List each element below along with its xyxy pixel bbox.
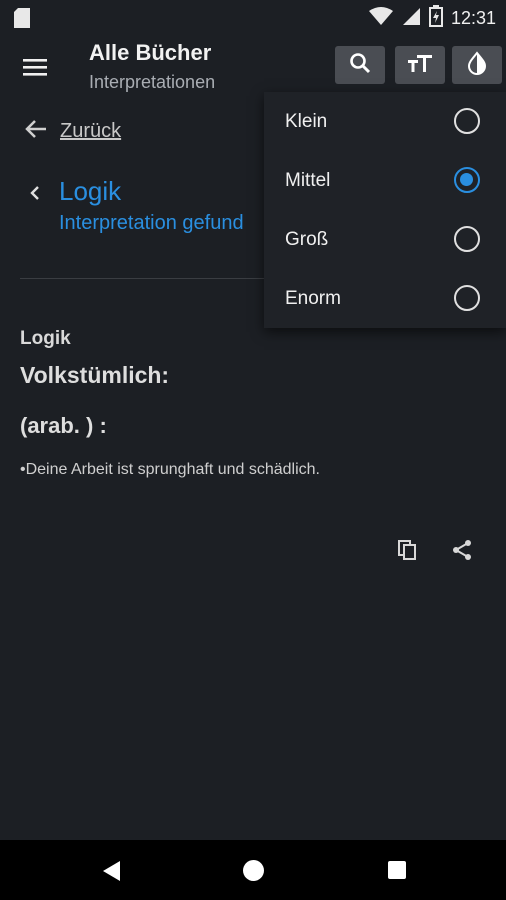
nav-back-icon[interactable] xyxy=(102,860,122,887)
radio-button[interactable] xyxy=(454,226,480,252)
content-heading: Logik xyxy=(20,328,71,349)
share-icon[interactable] xyxy=(450,538,474,562)
font-size-option-gross[interactable]: Groß xyxy=(264,210,506,269)
arrow-left-icon xyxy=(24,118,48,145)
search-icon xyxy=(348,51,372,80)
menu-icon[interactable] xyxy=(18,50,52,84)
battery-icon xyxy=(428,5,443,32)
nav-home-icon[interactable] xyxy=(243,860,264,881)
system-nav-bar xyxy=(0,840,506,900)
interpretation-content: Logik Volkstümlich: (arab. ) : •Deine Ar… xyxy=(20,328,490,479)
breadcrumb-subtitle: Interpretation gefund xyxy=(59,212,244,234)
divider xyxy=(20,278,270,279)
chevron-left-icon xyxy=(28,184,42,207)
radio-button[interactable] xyxy=(454,108,480,134)
app-title: Alle Bücher xyxy=(89,40,212,65)
signal-icon xyxy=(401,6,421,31)
theme-icon xyxy=(466,50,488,80)
back-link[interactable]: Zurück xyxy=(24,118,121,145)
font-size-menu: Klein Mittel Groß Enorm xyxy=(264,92,506,328)
app-bar: Alle Bücher Interpretationen xyxy=(0,34,506,98)
content-subheading: Volkstümlich: xyxy=(20,362,170,388)
font-size-option-mittel[interactable]: Mittel xyxy=(264,151,506,210)
font-size-button[interactable] xyxy=(395,46,445,84)
option-label: Groß xyxy=(285,229,329,250)
radio-button-selected[interactable] xyxy=(454,167,480,193)
content-arab: (arab. ) : xyxy=(20,413,107,438)
content-text: •Deine Arbeit ist sprunghaft und schädli… xyxy=(20,461,320,478)
theme-button[interactable] xyxy=(452,46,502,84)
back-label: Zurück xyxy=(60,120,122,142)
sd-card-icon xyxy=(14,8,30,33)
content-actions xyxy=(396,538,474,562)
font-size-icon xyxy=(407,52,433,79)
copy-icon[interactable] xyxy=(396,538,420,562)
option-label: Klein xyxy=(285,111,328,132)
nav-recents-icon[interactable] xyxy=(388,861,406,879)
option-label: Enorm xyxy=(285,288,341,309)
app-subtitle: Interpretationen xyxy=(89,72,216,92)
search-button[interactable] xyxy=(335,46,385,84)
font-size-option-enorm[interactable]: Enorm xyxy=(264,269,506,328)
radio-button[interactable] xyxy=(454,285,480,311)
breadcrumb-title: Logik xyxy=(59,176,122,206)
font-size-option-klein[interactable]: Klein xyxy=(264,92,506,151)
wifi-icon xyxy=(368,6,393,31)
status-time: 12:31 xyxy=(450,8,496,28)
status-bar: 12:31 xyxy=(0,0,506,34)
option-label: Mittel xyxy=(285,170,331,191)
